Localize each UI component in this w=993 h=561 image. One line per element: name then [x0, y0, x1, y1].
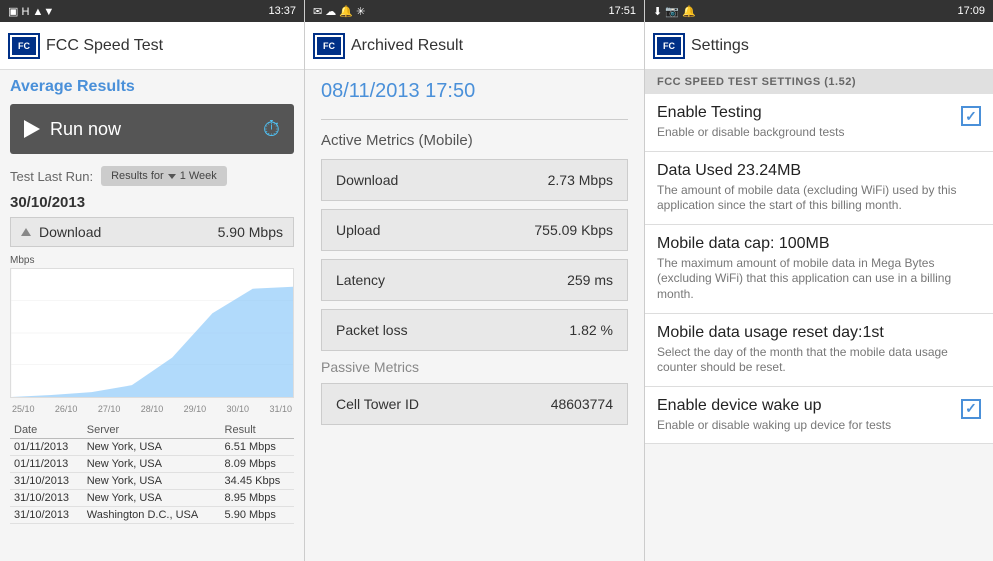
- settings-section-header: FCC SPEED TEST SETTINGS (1.52): [645, 70, 993, 94]
- setting-item[interactable]: Enable Testing Enable or disable backgro…: [645, 94, 993, 152]
- metric-row: Upload 755.09 Kbps: [321, 209, 628, 251]
- metric-row: Latency 259 ms: [321, 259, 628, 301]
- setting-item[interactable]: Data Used 23.24MB The amount of mobile d…: [645, 152, 993, 225]
- panel3-content: FCC SPEED TEST SETTINGS (1.52) Enable Te…: [645, 70, 993, 561]
- metric-label: Download: [336, 172, 398, 188]
- status-time-2: 17:51: [608, 5, 636, 17]
- setting-desc: The maximum amount of mobile data in Meg…: [657, 256, 973, 303]
- passive-section-title: Passive Metrics: [321, 359, 628, 375]
- table-row: 31/10/2013New York, USA34.45 Kbps: [10, 473, 294, 490]
- results-table: Date Server Result 01/11/2013New York, U…: [10, 422, 294, 524]
- active-metrics-list: Download 2.73 Mbps Upload 755.09 Kbps Latenc…: [321, 159, 628, 351]
- status-time-3: 17:09: [957, 5, 985, 17]
- results-range: 1 Week: [180, 170, 217, 182]
- header-title-1: FCC Speed Test: [46, 37, 163, 55]
- header-2: FC Archived Result: [305, 22, 644, 70]
- setting-desc: The amount of mobile data (excluding WiF…: [657, 183, 973, 214]
- passive-metric-value: 48603774: [551, 396, 613, 412]
- header-title-2: Archived Result: [351, 37, 463, 55]
- metric-value: 259 ms: [567, 272, 613, 288]
- status-time-1: 13:37: [268, 5, 296, 17]
- table-row: 31/10/2013Washington D.C., USA5.90 Mbps: [10, 507, 294, 524]
- passive-metric-row: Cell Tower ID 48603774: [321, 383, 628, 425]
- results-for-label: Results for: [111, 170, 164, 182]
- setting-title: Data Used 23.24MB: [657, 162, 973, 180]
- panel1-content: Average Results Run now ⏱ Test Last Run:…: [0, 70, 304, 561]
- panel-settings: ⬇ 📷 🔔 17:09 FC Settings FCC SPEED TEST S…: [645, 0, 993, 561]
- active-metrics-title: Active Metrics (Mobile): [321, 132, 628, 149]
- header-title-3: Settings: [691, 37, 749, 55]
- download-label: Download: [39, 224, 218, 240]
- panel-archived: ✉ ☁ 🔔 ✳ 17:51 FC Archived Result 08/11/2…: [305, 0, 645, 561]
- status-bar-3: ⬇ 📷 🔔 17:09: [645, 0, 993, 22]
- status-icons-2: ✉ ☁ 🔔 ✳: [313, 5, 365, 18]
- chevron-down-icon: [168, 174, 176, 179]
- metric-value: 755.09 Kbps: [534, 222, 613, 238]
- setting-title: Enable Testing: [657, 104, 953, 122]
- setting-title: Enable device wake up: [657, 397, 953, 415]
- metric-label: Latency: [336, 272, 385, 288]
- setting-checkbox[interactable]: [961, 106, 981, 126]
- metric-value: 2.73 Mbps: [548, 172, 613, 188]
- panel2-content: 08/11/2013 17:50 Active Metrics (Mobile)…: [305, 70, 644, 561]
- divider-1: [321, 119, 628, 120]
- archived-date: 08/11/2013 17:50: [321, 80, 628, 103]
- header-1: FC FCC Speed Test: [0, 22, 304, 70]
- setting-title: Mobile data usage reset day:1st: [657, 324, 973, 342]
- run-now-button[interactable]: Run now ⏱: [10, 104, 294, 154]
- setting-item[interactable]: Enable device wake up Enable or disable …: [645, 387, 993, 445]
- header-3: FC Settings: [645, 22, 993, 70]
- col-server: Server: [83, 422, 221, 439]
- passive-metric-label: Cell Tower ID: [336, 396, 419, 412]
- setting-item[interactable]: Mobile data usage reset day:1st Select t…: [645, 314, 993, 387]
- status-icons-left: ▣ H ▲▼: [8, 5, 54, 18]
- table-row: 01/11/2013New York, USA8.09 Mbps: [10, 456, 294, 473]
- settings-list: Enable Testing Enable or disable backgro…: [645, 94, 993, 444]
- metric-row: Packet loss 1.82 %: [321, 309, 628, 351]
- panel-speed-test: ▣ H ▲▼ 13:37 FC FCC Speed Test Average R…: [0, 0, 305, 561]
- metric-row: Download 2.73 Mbps: [321, 159, 628, 201]
- status-bar-2: ✉ ☁ 🔔 ✳ 17:51: [305, 0, 644, 22]
- fc-logo-2: FC: [315, 35, 343, 57]
- setting-item[interactable]: Mobile data cap: 100MB The maximum amoun…: [645, 225, 993, 314]
- chart-x-labels: 25/10 26/10 27/10 28/10 29/10 30/10 31/1…: [10, 404, 294, 414]
- chevron-up-icon: [21, 228, 31, 236]
- metric-label: Upload: [336, 222, 380, 238]
- play-icon: [24, 120, 40, 138]
- speedometer-icon: ⏱: [263, 116, 280, 142]
- status-bar-1: ▣ H ▲▼ 13:37: [0, 0, 304, 22]
- results-dropdown[interactable]: Results for 1 Week: [101, 166, 227, 186]
- test-last-label: Test Last Run:: [10, 169, 93, 184]
- setting-desc: Select the day of the month that the mob…: [657, 345, 973, 376]
- status-icons-3: ⬇ 📷 🔔: [653, 5, 696, 18]
- setting-title: Mobile data cap: 100MB: [657, 235, 973, 253]
- fc-logo-3: FC: [655, 35, 683, 57]
- download-value: 5.90 Mbps: [218, 224, 283, 240]
- run-now-label: Run now: [50, 119, 121, 140]
- metric-value: 1.82 %: [569, 322, 613, 338]
- col-result: Result: [221, 422, 294, 439]
- col-date: Date: [10, 422, 83, 439]
- chart-y-label: Mbps: [10, 255, 294, 266]
- table-row: 31/10/2013New York, USA8.95 Mbps: [10, 490, 294, 507]
- chart-area: [10, 268, 294, 398]
- fc-logo-1: FC: [10, 35, 38, 57]
- metric-label: Packet loss: [336, 322, 408, 338]
- test-last-date: 30/10/2013: [10, 194, 294, 211]
- setting-desc: Enable or disable waking up device for t…: [657, 418, 953, 434]
- avg-results-title: Average Results: [10, 78, 294, 96]
- download-row: Download 5.90 Mbps: [10, 217, 294, 247]
- table-row: 01/11/2013New York, USA6.51 Mbps: [10, 439, 294, 456]
- test-info-row: Test Last Run: Results for 1 Week: [10, 166, 294, 186]
- setting-checkbox[interactable]: [961, 399, 981, 419]
- setting-desc: Enable or disable background tests: [657, 125, 953, 141]
- passive-metrics-list: Cell Tower ID 48603774: [321, 383, 628, 425]
